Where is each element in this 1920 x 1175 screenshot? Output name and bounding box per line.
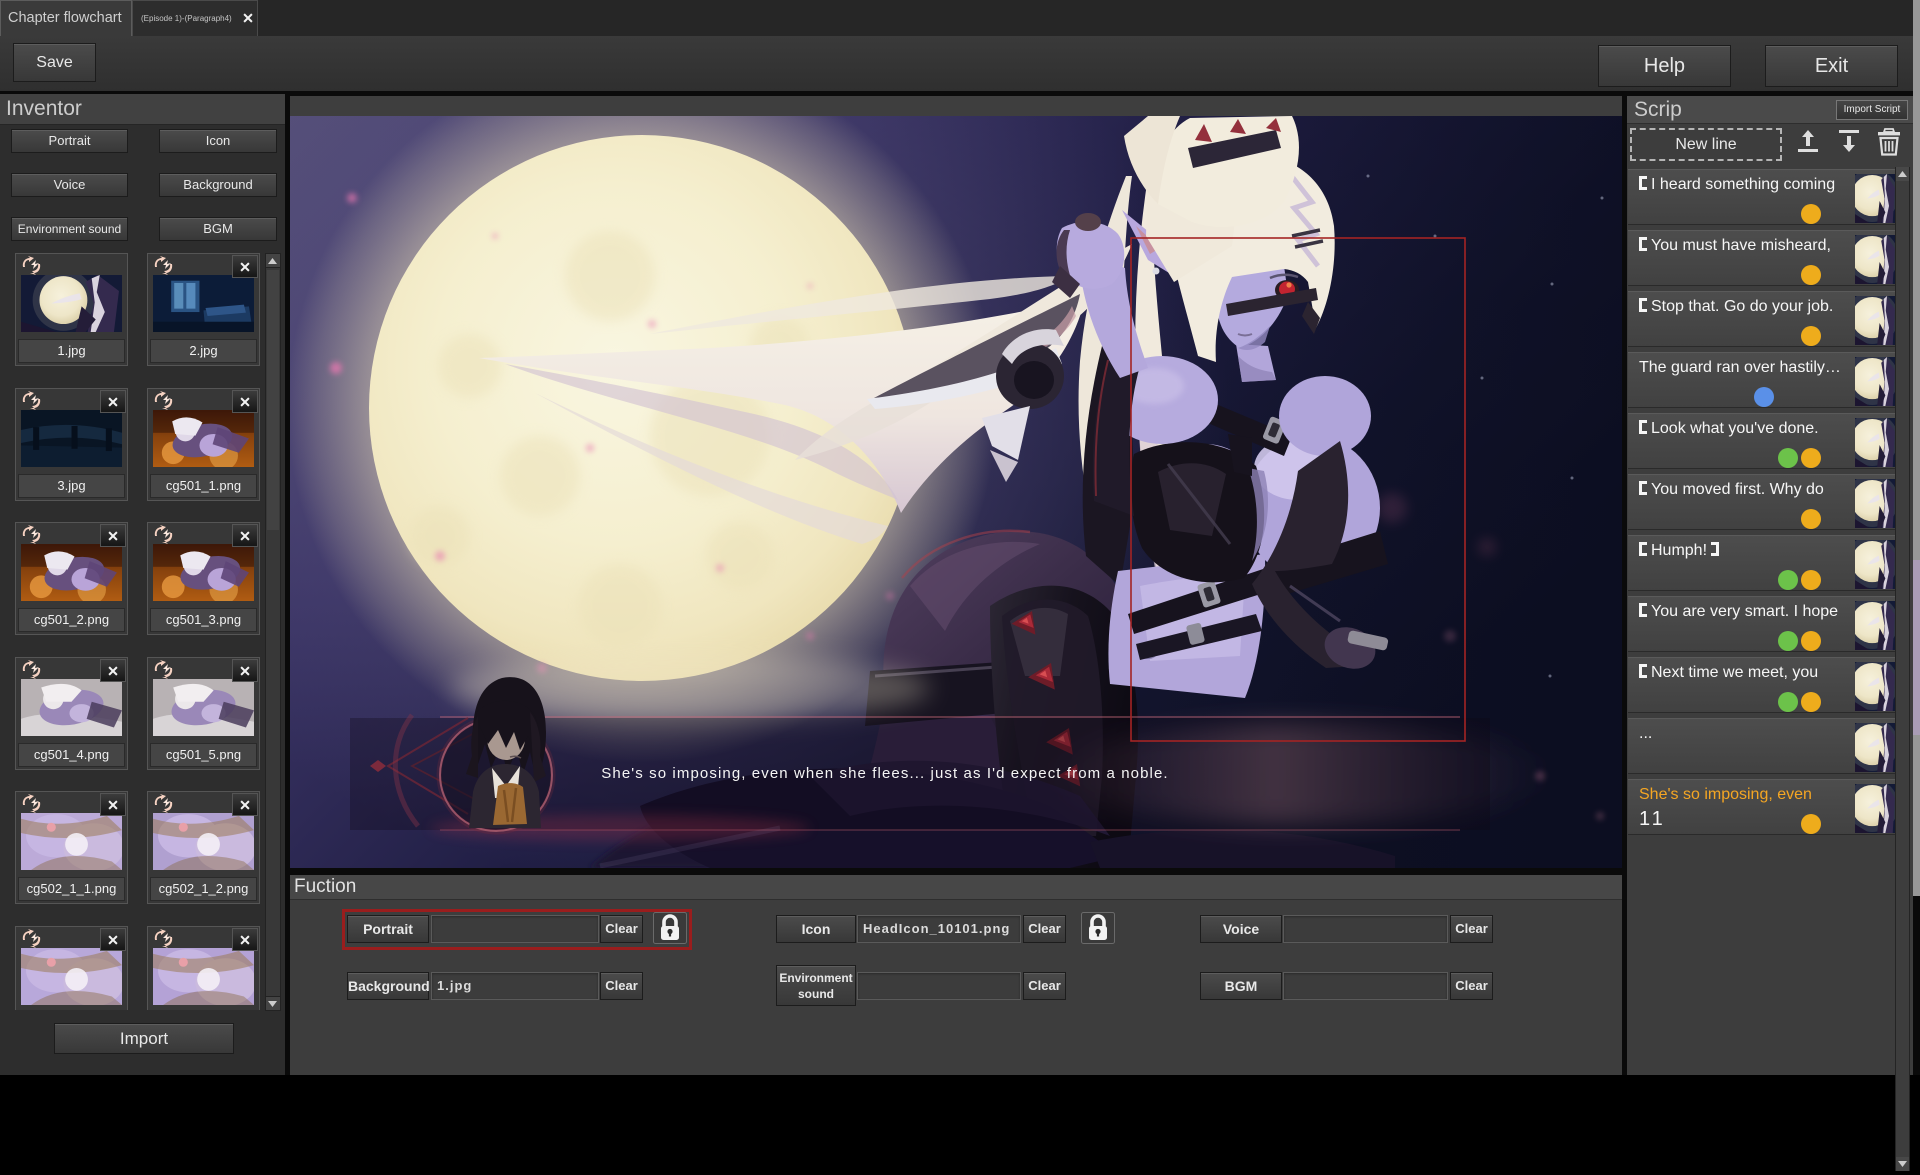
svg-text:She's so imposing, even when s: She's so imposing, even when she flees..… <box>601 765 1168 782</box>
